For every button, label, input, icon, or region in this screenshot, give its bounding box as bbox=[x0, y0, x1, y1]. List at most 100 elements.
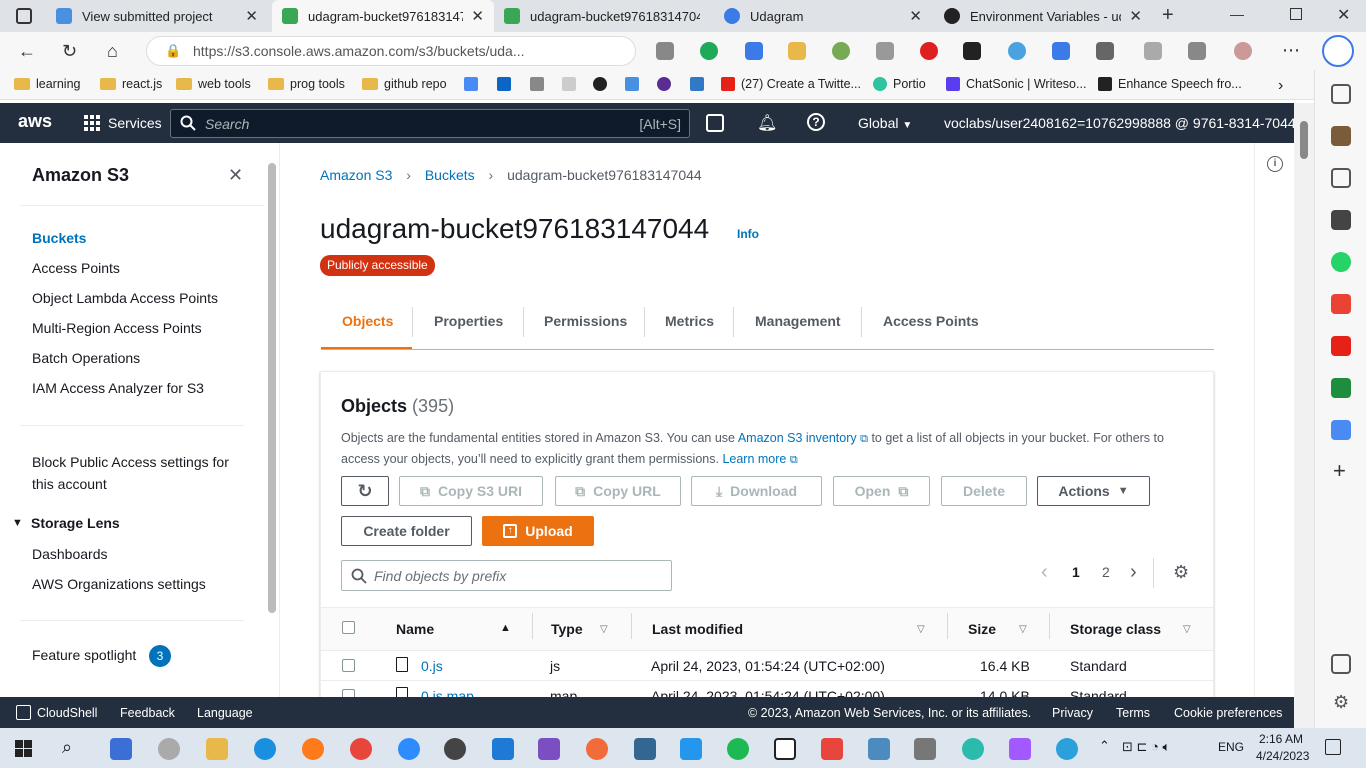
spotify-icon[interactable] bbox=[727, 738, 749, 760]
scrollbar-thumb[interactable] bbox=[1300, 121, 1308, 159]
vuejs-icon[interactable] bbox=[876, 42, 894, 60]
tray-icons[interactable]: ⊡ ⊏ ◔ 🔈︎ bbox=[1122, 739, 1170, 755]
bookmark-folder[interactable]: web tools bbox=[176, 77, 251, 91]
privacy-link[interactable]: Privacy bbox=[1052, 706, 1093, 720]
youtube-icon[interactable] bbox=[1331, 336, 1351, 356]
sort-icon[interactable]: ▽ bbox=[600, 624, 608, 635]
back-icon[interactable]: ← bbox=[18, 41, 36, 62]
breadcrumb-s3[interactable]: Amazon S3 bbox=[320, 167, 392, 183]
services-menu[interactable]: Services bbox=[108, 115, 162, 131]
sort-icon[interactable]: ▽ bbox=[917, 624, 925, 635]
briefcase-icon[interactable] bbox=[1331, 126, 1351, 146]
zoom-icon[interactable] bbox=[398, 738, 420, 760]
prev-page-icon[interactable]: ‹ bbox=[1041, 561, 1048, 584]
page-1[interactable]: 1 bbox=[1072, 564, 1080, 580]
postgres-icon[interactable] bbox=[634, 738, 656, 760]
bookmark-youtube[interactable]: (27) Create a Twitte... bbox=[721, 77, 861, 91]
close-icon[interactable]: ✕ bbox=[471, 7, 484, 25]
breadcrumb-buckets[interactable]: Buckets bbox=[425, 167, 475, 183]
refresh-button[interactable]: ↻ bbox=[341, 476, 389, 506]
language-link[interactable]: Language bbox=[197, 706, 253, 720]
tab-actions-icon[interactable] bbox=[16, 8, 32, 24]
database-icon[interactable] bbox=[914, 738, 936, 760]
sidebar-item-object-lambda[interactable]: Object Lambda Access Points bbox=[32, 290, 218, 306]
row-checkbox[interactable] bbox=[342, 659, 355, 672]
whatsapp-icon[interactable] bbox=[1331, 252, 1351, 272]
cloudshell-link[interactable]: CloudShell bbox=[37, 706, 97, 720]
column-name[interactable]: Name bbox=[396, 621, 434, 637]
add-icon[interactable]: + bbox=[1333, 458, 1346, 484]
delete-button[interactable]: Delete bbox=[941, 476, 1027, 506]
copy-s3-uri-button[interactable]: ⧉ Copy S3 URI bbox=[399, 476, 543, 506]
sidebar-item-dashboards[interactable]: Dashboards bbox=[32, 546, 108, 562]
bookmark-folder[interactable]: react.js bbox=[100, 77, 162, 91]
extensions-icon[interactable] bbox=[1096, 42, 1114, 60]
browser-tab-active[interactable]: udagram-bucket97618314704 ✕ bbox=[272, 0, 494, 32]
react-devtools-icon[interactable] bbox=[1008, 42, 1026, 60]
create-folder-button[interactable]: Create folder bbox=[341, 516, 472, 546]
column-size[interactable]: Size bbox=[968, 621, 996, 637]
file-explorer-icon[interactable] bbox=[206, 738, 228, 760]
notes-icon[interactable] bbox=[1331, 168, 1351, 188]
profile-avatar[interactable] bbox=[1234, 42, 1252, 60]
help-icon[interactable]: ? bbox=[807, 113, 825, 131]
cookie-preferences-link[interactable]: Cookie preferences bbox=[1174, 706, 1282, 720]
browser-tab[interactable]: Environment Variables - udag ✕ bbox=[934, 0, 1152, 32]
object-name-link[interactable]: 0.js bbox=[421, 658, 443, 674]
bookmark-dots[interactable] bbox=[562, 77, 582, 91]
color-picker-icon[interactable] bbox=[832, 42, 850, 60]
tab-management[interactable]: Management bbox=[755, 313, 841, 329]
bookmark-portio[interactable]: Portio bbox=[873, 77, 926, 91]
close-icon[interactable]: ✕ bbox=[245, 7, 258, 25]
close-sidebar-icon[interactable]: ✕ bbox=[228, 165, 243, 186]
refresh-icon[interactable]: ↻ bbox=[62, 41, 77, 62]
sidebar-scrollbar[interactable] bbox=[268, 163, 276, 613]
collections-icon[interactable] bbox=[1188, 42, 1206, 60]
favorites-icon[interactable] bbox=[1144, 42, 1162, 60]
bookmark-chatsonic[interactable]: ChatSonic | Writeso... bbox=[946, 77, 1086, 91]
sidebar-toggle-icon[interactable] bbox=[1331, 654, 1351, 674]
close-icon[interactable]: ✕ bbox=[1129, 7, 1142, 25]
bookmark-google-translate[interactable] bbox=[464, 77, 484, 91]
select-all-checkbox[interactable] bbox=[342, 621, 355, 634]
tab-access-points[interactable]: Access Points bbox=[883, 313, 979, 329]
minimize-icon[interactable]: — bbox=[1230, 6, 1244, 22]
more-icon[interactable]: ⋯ bbox=[1282, 40, 1300, 61]
gnome-icon[interactable] bbox=[963, 42, 981, 60]
tab-metrics[interactable]: Metrics bbox=[665, 313, 714, 329]
learn-more-link[interactable]: Learn more bbox=[722, 452, 786, 466]
translate-icon[interactable] bbox=[1331, 420, 1351, 440]
region-selector[interactable]: Global ▼ bbox=[858, 115, 912, 131]
sidebar-item-multi-region[interactable]: Multi-Region Access Points bbox=[32, 320, 202, 336]
terms-link[interactable]: Terms bbox=[1116, 706, 1150, 720]
sidebar-item-access-points[interactable]: Access Points bbox=[32, 260, 120, 276]
browser-tab[interactable]: udagram-bucket97618314704 bbox=[494, 0, 710, 32]
visual-studio-icon[interactable] bbox=[538, 738, 560, 760]
sort-icon[interactable]: ▽ bbox=[1019, 624, 1027, 635]
edge-icon[interactable] bbox=[254, 738, 276, 760]
camera-icon[interactable] bbox=[656, 42, 674, 60]
powershell-icon[interactable] bbox=[110, 738, 132, 760]
sidebar-item-buckets[interactable]: Buckets bbox=[32, 230, 86, 246]
bookmark-linkedin[interactable] bbox=[497, 77, 517, 91]
gmail-icon[interactable] bbox=[1331, 294, 1351, 314]
next-page-icon[interactable]: › bbox=[1130, 561, 1137, 584]
sidebar-item-block-public-access[interactable]: Block Public Access settings for this ac… bbox=[32, 451, 242, 495]
restore-icon[interactable] bbox=[1290, 8, 1302, 20]
sort-icon[interactable]: ▽ bbox=[1183, 624, 1191, 635]
firefox-icon[interactable] bbox=[302, 738, 324, 760]
download-button[interactable]: ⤓ Download bbox=[691, 476, 822, 506]
figma-icon[interactable] bbox=[1009, 738, 1031, 760]
find-objects-input[interactable]: Find objects by prefix bbox=[341, 560, 672, 591]
aws-logo[interactable]: aws bbox=[18, 111, 52, 132]
windows-start-icon[interactable] bbox=[15, 740, 32, 757]
bookmark-udacity[interactable] bbox=[625, 77, 645, 91]
cloudshell-icon[interactable] bbox=[16, 705, 31, 720]
info-link[interactable]: Info bbox=[737, 227, 759, 241]
bookmark-code[interactable] bbox=[530, 77, 550, 91]
bookmark-folder[interactable]: github repo bbox=[362, 77, 447, 91]
services-grid-icon[interactable] bbox=[84, 115, 100, 131]
actions-button[interactable]: Actions ▼ bbox=[1037, 476, 1150, 506]
bookmark-typescript[interactable] bbox=[690, 77, 710, 91]
account-menu[interactable]: voclabs/user2408162=10762998888 @ 9761-8… bbox=[944, 115, 1309, 131]
